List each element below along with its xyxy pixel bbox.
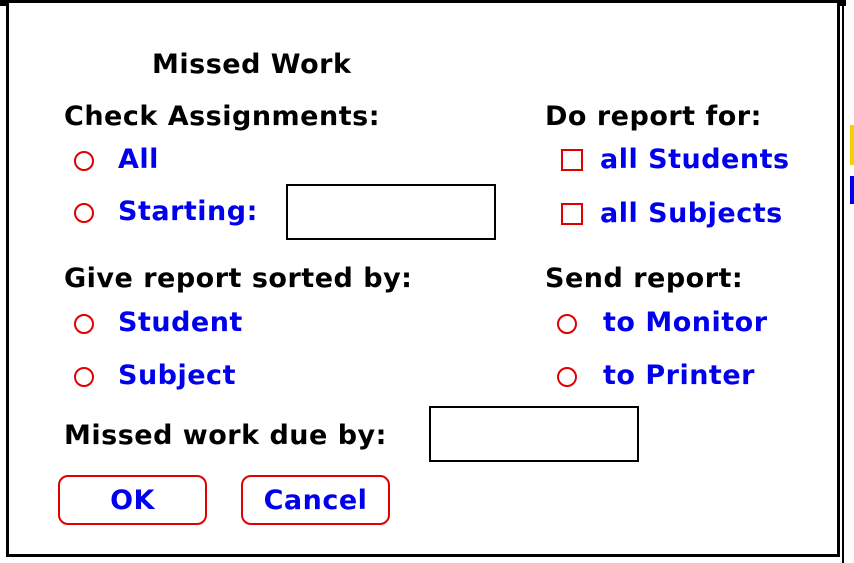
check-assignments-label: Check Assignments: (64, 101, 380, 132)
background-window-highlight (850, 176, 854, 204)
background-window-highlight (850, 125, 854, 165)
radio-to-printer-label[interactable]: to Printer (603, 361, 755, 391)
checkbox-all-students[interactable] (561, 149, 583, 171)
radio-to-printer[interactable] (557, 367, 577, 387)
radio-all-label[interactable]: All (118, 145, 159, 175)
radio-sort-student[interactable] (74, 314, 94, 334)
sorted-by-label: Give report sorted by: (64, 263, 413, 294)
radio-all[interactable] (74, 151, 94, 171)
ok-button[interactable]: OK (58, 475, 207, 525)
starting-date-field[interactable] (286, 184, 496, 240)
radio-sort-subject-label[interactable]: Subject (118, 361, 236, 391)
checkbox-all-students-label[interactable]: all Students (600, 145, 790, 175)
ok-button-label: OK (110, 484, 155, 516)
send-report-label: Send report: (545, 263, 744, 294)
radio-starting-label[interactable]: Starting: (118, 197, 258, 227)
due-by-field[interactable] (429, 406, 639, 462)
cancel-button-label: Cancel (263, 484, 368, 516)
due-by-label: Missed work due by: (64, 420, 387, 451)
window-edge (842, 0, 844, 563)
checkbox-all-subjects[interactable] (561, 203, 583, 225)
radio-to-monitor[interactable] (557, 314, 577, 334)
background-window-strip (850, 0, 854, 560)
dialog-title: Missed Work (152, 49, 352, 80)
radio-starting[interactable] (74, 203, 94, 223)
radio-to-monitor-label[interactable]: to Monitor (603, 308, 768, 338)
report-for-label: Do report for: (545, 101, 762, 132)
cancel-button[interactable]: Cancel (241, 475, 390, 525)
radio-sort-subject[interactable] (74, 367, 94, 387)
radio-sort-student-label[interactable]: Student (118, 308, 243, 338)
checkbox-all-subjects-label[interactable]: all Subjects (600, 199, 783, 229)
